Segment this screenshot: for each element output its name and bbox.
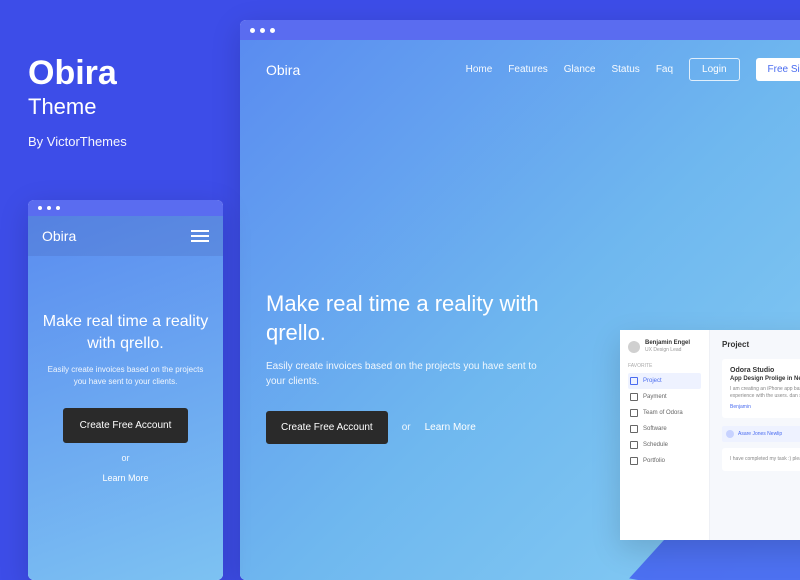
dashboard-user: Benjamin Engel UX Design Lead (628, 340, 701, 353)
dashboard-user-name: Benjamin Engel (645, 340, 690, 347)
dashboard-sidebar: Benjamin Engel UX Design Lead Favorite P… (620, 330, 710, 540)
primary-nav: Home Features Glance Status Faq Login Fr… (466, 58, 800, 81)
portfolio-icon (630, 457, 638, 465)
or-separator: or (402, 422, 411, 433)
site-logo[interactable]: Obira (266, 62, 300, 78)
hamburger-menu-icon[interactable] (191, 230, 209, 242)
project-card-body: I am creating an iPhone app based on pro… (730, 386, 800, 400)
window-dot-icon (47, 206, 51, 210)
mobile-preview-frame: Obira Make real time a reality with qrel… (28, 200, 223, 580)
project-card-title: Odora Studio (730, 367, 800, 374)
activity-card: I have completed my task :) please downl… (722, 448, 800, 471)
hero-dashboard-illustration: Benjamin Engel UX Design Lead Favorite P… (620, 330, 800, 570)
signup-button[interactable]: Free Signup (756, 58, 800, 81)
sidebar-item-software[interactable]: Software (628, 421, 701, 437)
mobile-viewport: Obira Make real time a reality with qrel… (28, 216, 223, 580)
project-card: Odora Studio App Design Prolige in Newye… (722, 359, 800, 418)
mobile-header: Obira (28, 216, 223, 256)
window-dot-icon (38, 206, 42, 210)
dashboard-mockup: Benjamin Engel UX Design Lead Favorite P… (620, 330, 800, 540)
sidebar-item-team[interactable]: Team of Odora (628, 405, 701, 421)
hero-headline: Make real time a reality with qrello. (42, 311, 209, 354)
schedule-icon (630, 441, 638, 449)
create-account-button[interactable]: Create Free Account (266, 411, 388, 444)
or-separator: or (121, 453, 129, 463)
sidebar-item-payment[interactable]: Payment (628, 389, 701, 405)
hero-cta-row: Create Free Account or Learn More (266, 411, 546, 444)
mobile-hero: Make real time a reality with qrello. Ea… (28, 256, 223, 483)
hero-subtext: Easily create invoices based on the proj… (42, 364, 209, 388)
mobile-cta: Create Free Account or Learn More (42, 408, 209, 483)
avatar-icon (726, 430, 734, 438)
theme-subtitle: Theme (28, 94, 127, 120)
nav-link-home[interactable]: Home (466, 64, 493, 75)
sidebar-item-project[interactable]: Project (628, 373, 701, 389)
activity-name: Asare Jones Newlip (738, 431, 782, 437)
sidebar-heading: Favorite (628, 363, 701, 369)
window-titlebar (28, 200, 223, 216)
desktop-viewport: Obira Home Features Glance Status Faq Lo… (240, 40, 800, 580)
create-account-button[interactable]: Create Free Account (63, 408, 189, 443)
nav-link-glance[interactable]: Glance (564, 64, 596, 75)
avatar-icon (628, 341, 640, 353)
project-card-author: Benjamin (730, 404, 800, 410)
dashboard-user-role: UX Design Lead (645, 347, 690, 353)
site-logo[interactable]: Obira (42, 228, 76, 244)
learn-more-link[interactable]: Learn More (425, 422, 476, 433)
window-dot-icon (260, 28, 265, 33)
login-button[interactable]: Login (689, 58, 739, 81)
hero-subtext: Easily create invoices based on the proj… (266, 359, 546, 389)
window-dot-icon (270, 28, 275, 33)
software-icon (630, 425, 638, 433)
theme-author: By VictorThemes (28, 134, 127, 149)
window-dot-icon (250, 28, 255, 33)
sidebar-item-schedule[interactable]: Schedule (628, 437, 701, 453)
theme-name: Obira (28, 55, 127, 92)
nav-link-status[interactable]: Status (611, 64, 639, 75)
team-icon (630, 409, 638, 417)
learn-more-link[interactable]: Learn More (102, 473, 148, 483)
window-titlebar (240, 20, 800, 40)
hero-section: Make real time a reality with qrello. Ea… (266, 290, 546, 444)
window-dot-icon (56, 206, 60, 210)
nav-link-features[interactable]: Features (508, 64, 547, 75)
promo-title-block: Obira Theme By VictorThemes (28, 55, 127, 149)
nav-link-faq[interactable]: Faq (656, 64, 673, 75)
project-icon (630, 377, 638, 385)
sidebar-item-portfolio[interactable]: Portfolio (628, 453, 701, 469)
desktop-preview-frame: Obira Home Features Glance Status Faq Lo… (240, 20, 800, 580)
project-card-subtitle: App Design Prolige in Newyear (730, 376, 800, 382)
hero-headline: Make real time a reality with qrello. (266, 290, 546, 347)
site-header: Obira Home Features Glance Status Faq Lo… (240, 40, 800, 81)
dashboard-main: Project Odora Studio App Design Prolige … (710, 330, 800, 540)
dashboard-main-title: Project (722, 340, 800, 349)
payment-icon (630, 393, 638, 401)
activity-card-body: I have completed my task :) please downl… (730, 456, 800, 463)
activity-row: Asare Jones Newlip (722, 426, 800, 442)
